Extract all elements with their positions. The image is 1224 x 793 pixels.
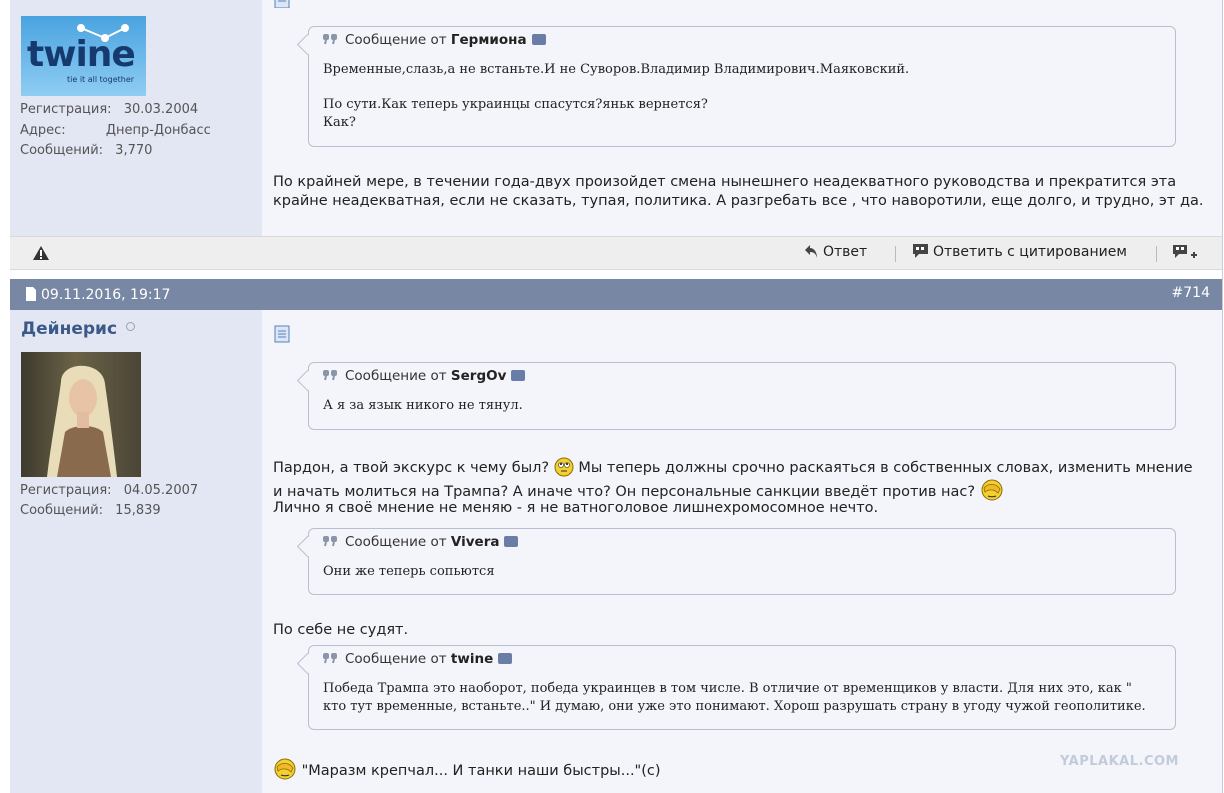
facepalm-smiley-icon	[274, 758, 296, 780]
post-line: Пардон, а твой экскурс к чему был? Мы те…	[273, 457, 1213, 480]
quote-author[interactable]: Vivera	[451, 534, 500, 550]
post-text-part: Мы теперь должны срочно раскаяться в соб…	[578, 460, 1193, 476]
avatar-portrait-icon	[47, 365, 117, 477]
field-label: Регистрация:	[20, 102, 112, 117]
quote-block: Сообщение от twine Победа Трампа это нао…	[296, 645, 1176, 730]
quote-line: Победа Трампа это наоборот, победа украи…	[323, 681, 1132, 696]
facepalm-smiley-icon	[981, 479, 1003, 501]
user-field-registration: Регистрация: 30.03.2004	[20, 102, 198, 117]
reply-label: Ответ	[823, 244, 868, 260]
quote-prefix: Сообщение от	[345, 534, 447, 550]
quote-block: Сообщение от Гермиона Временные,слазь,а …	[296, 26, 1176, 147]
quote-line: Как?	[323, 114, 356, 130]
quote-icon	[323, 653, 337, 664]
post-header: 09.11.2016, 19:17 #714	[10, 279, 1222, 310]
reply-with-quote-button[interactable]: Ответить с цитированием	[912, 243, 1127, 260]
reply-button[interactable]: Ответ	[804, 243, 867, 260]
user-field-posts: Сообщений: 3,770	[20, 143, 152, 158]
quote-line: кто тут временные, встаньте.." И думаю, …	[323, 698, 1146, 714]
quote-block: Сообщение от SergOv А я за язык никого н…	[296, 362, 1176, 430]
post-line: крайне неадекватная, если не сказать, ту…	[273, 193, 1204, 209]
toolbar-divider	[895, 246, 896, 262]
field-label: Регистрация:	[20, 483, 112, 498]
field-label: Сообщений:	[20, 143, 104, 158]
offline-status-icon	[125, 322, 135, 331]
field-label: Сообщений:	[20, 503, 104, 518]
quote-author[interactable]: SergOv	[451, 368, 506, 384]
quote-bubble-icon	[913, 244, 928, 258]
quote-text: Победа Трампа это наоборот, победа украи…	[323, 680, 1146, 715]
field-value: 04.05.2007	[123, 483, 199, 498]
document-icon	[274, 0, 290, 9]
quote-block: Сообщение от Vivera Они же теперь сопьют…	[296, 528, 1176, 595]
view-post-icon[interactable]	[498, 653, 513, 664]
quote-line: По сути.Как теперь украинцы спасутся?янь…	[323, 97, 708, 112]
user-field-registration: Регистрация: 04.05.2007	[20, 483, 198, 498]
multi-quote-plus-icon[interactable]	[1172, 244, 1198, 262]
username-link[interactable]: Дейнерис	[21, 319, 135, 339]
toolbar-divider	[1156, 246, 1157, 262]
quote-text: Временные,слазь,а не встаньте.И не Сувор…	[323, 61, 909, 131]
quote-header: Сообщение от Vivera	[323, 534, 519, 550]
reply-with-quote-label: Ответить с цитированием	[933, 244, 1127, 260]
field-value: 15,839	[115, 503, 161, 518]
quote-prefix: Сообщение от	[345, 651, 447, 667]
view-post-icon[interactable]	[504, 536, 519, 547]
view-post-icon[interactable]	[511, 370, 526, 381]
avatar[interactable]	[21, 352, 141, 477]
post-text: "Маразм крепчал... И танки наши быстры..…	[273, 758, 661, 781]
quote-header: Сообщение от twine	[323, 651, 513, 667]
field-label: Адрес:	[20, 123, 66, 138]
post-status-icon	[26, 287, 36, 301]
quote-header: Сообщение от Гермиона	[323, 32, 546, 48]
quote-icon	[323, 34, 337, 45]
reply-arrow-icon	[805, 245, 817, 258]
watermark: YAPLAKAL.COM	[1060, 754, 1179, 769]
post-text: По крайней мере, в течении года-двух про…	[273, 173, 1213, 211]
quote-line	[323, 79, 909, 97]
quote-line: Временные,слазь,а не встаньте.И не Сувор…	[323, 62, 910, 77]
avatar-tagline: tie it all together	[67, 75, 135, 84]
user-field-address: Адрес: Днепр-Донбасс	[20, 123, 211, 138]
post-text: Пардон, а твой экскурс к чему был? Мы те…	[273, 457, 1213, 520]
post-line: Лично я своё мнение не меняю - я не ватн…	[273, 500, 879, 516]
quote-icon	[323, 370, 337, 381]
field-value: Днепр-Донбасс	[105, 123, 211, 138]
quote-header: Сообщение от SergOv	[323, 368, 526, 384]
post-line: По крайней мере, в течении года-двух про…	[273, 174, 1177, 190]
field-value: 30.03.2004	[123, 102, 199, 117]
user-field-posts: Сообщений: 15,839	[20, 503, 161, 518]
quote-author[interactable]: twine	[451, 651, 493, 667]
avatar-text: twine	[27, 34, 136, 75]
username: Дейнерис	[21, 319, 118, 339]
quote-text: А я за язык никого не тянул.	[323, 398, 523, 413]
quote-prefix: Сообщение от	[345, 368, 447, 384]
post-date: 09.11.2016, 19:17	[41, 287, 171, 303]
quote-author[interactable]: Гермиона	[451, 32, 527, 48]
page-border	[1222, 0, 1223, 793]
quote-text: Они же теперь сопьются	[323, 564, 495, 579]
report-warning-icon[interactable]	[32, 245, 50, 261]
post-text-part: Пардон, а твой экскурс к чему был?	[273, 460, 550, 476]
quote-icon	[323, 536, 337, 547]
post-text-part: "Маразм крепчал... И танки наши быстры..…	[301, 763, 661, 779]
view-post-icon[interactable]	[531, 34, 546, 45]
rolling-eyes-smiley-icon	[554, 457, 574, 477]
field-value: 3,770	[115, 143, 153, 158]
post-toolbar: Ответ Ответить с цитированием	[10, 236, 1222, 270]
quote-prefix: Сообщение от	[345, 32, 447, 48]
avatar[interactable]: twine tie it all together	[21, 16, 146, 96]
post-text: По себе не судят.	[273, 622, 409, 638]
post-number-link[interactable]: #714	[1172, 285, 1210, 301]
document-icon	[274, 325, 290, 343]
